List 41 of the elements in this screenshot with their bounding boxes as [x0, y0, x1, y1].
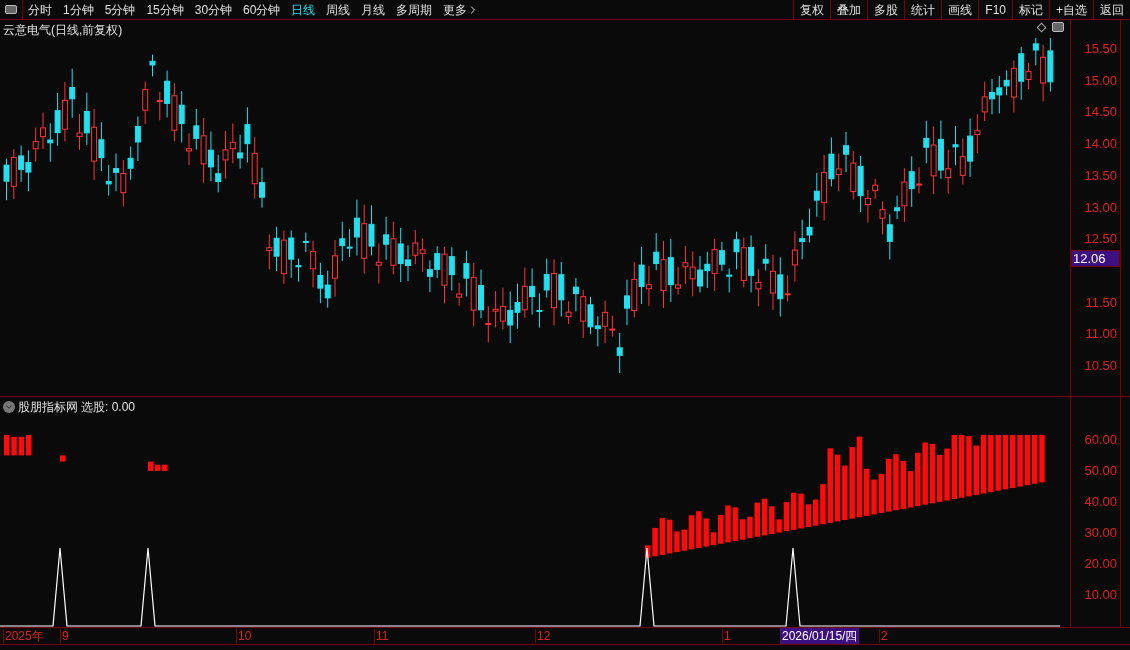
price-axis-label: 15.00 [1084, 73, 1117, 87]
indicator-axis-label: 40.00 [1084, 495, 1117, 508]
cursor-date-label: 2026/01/15/四 [780, 628, 860, 644]
date-axis-label: 2025年 [3, 629, 44, 643]
period-tab[interactable]: 15分钟 [146, 0, 184, 19]
period-tab[interactable]: 月线 [361, 0, 386, 19]
indicator-axis-label: 20.00 [1084, 557, 1117, 570]
period-tab[interactable]: 日线 [291, 0, 316, 19]
indicator-value: 选股: 0.00 [81, 399, 136, 416]
price-axis-label: 11.50 [1085, 295, 1117, 309]
period-tab[interactable]: 分时 [28, 0, 52, 19]
price-axis-label: 11.00 [1085, 327, 1117, 341]
date-axis-label: 11 [374, 629, 389, 643]
date-axis-label: 10 [236, 629, 252, 643]
indicator-name: 股朋指标网 [18, 399, 78, 416]
price-axis-label: 14.00 [1084, 137, 1117, 151]
price-axis-label: 14.50 [1084, 105, 1117, 119]
period-tab[interactable]: 1分钟 [63, 0, 94, 19]
collapse-icon[interactable] [3, 401, 15, 413]
period-tab[interactable]: 5分钟 [104, 0, 136, 19]
indicator-axis-label: 10.00 [1084, 588, 1117, 601]
current-price-label: 12.06 [1071, 250, 1120, 267]
price-axis-label: 13.50 [1084, 168, 1117, 182]
panel-toggle-icon[interactable] [1052, 22, 1064, 32]
date-axis-label: 1 [722, 629, 731, 643]
period-tab[interactable]: 更多 [443, 0, 480, 19]
indicator-axis-label: 50.00 [1084, 464, 1117, 477]
indicator-axis-label: 30.00 [1084, 526, 1117, 539]
date-axis-label: 2 [879, 629, 888, 643]
period-tab[interactable]: 60分钟 [243, 0, 281, 19]
price-axis-label: 12.50 [1084, 232, 1117, 246]
price-axis-label: 15.50 [1084, 42, 1117, 55]
chart-title: 云意电气(日线,前复权) [3, 22, 123, 39]
period-tab[interactable]: 30分钟 [194, 0, 233, 19]
date-axis-label: 12 [535, 629, 551, 643]
period-tab[interactable]: 多周期 [396, 0, 433, 19]
price-axis-label: 13.00 [1084, 200, 1117, 214]
period-tab[interactable]: 周线 [326, 0, 351, 19]
indicator-axis-label: 60.00 [1084, 433, 1117, 446]
price-axis-label: 10.50 [1084, 359, 1117, 372]
date-axis-label: 9 [60, 629, 69, 643]
